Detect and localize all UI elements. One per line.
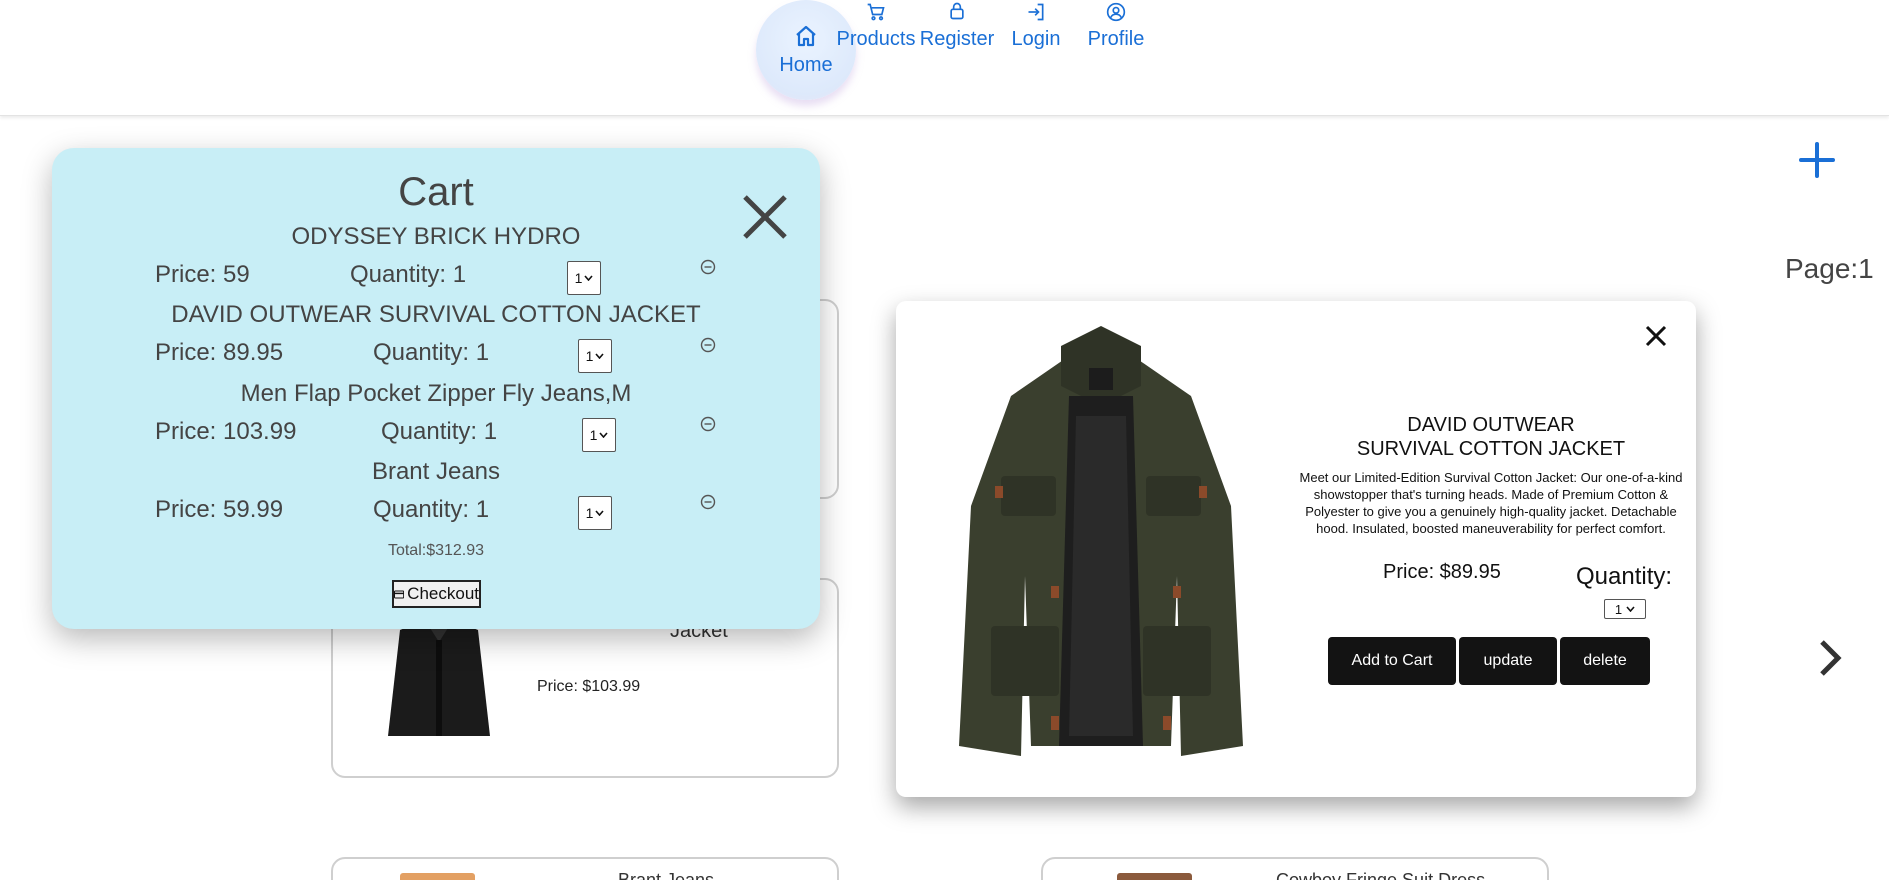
close-icon xyxy=(1645,325,1667,347)
nav-login-link[interactable]: Login xyxy=(1000,2,1072,51)
cart-item-quantity: Quantity: 1 xyxy=(373,339,490,366)
cart-icon xyxy=(867,3,885,21)
top-navbar: Home Products Register Login Profile xyxy=(0,0,1889,116)
product-price: Price: $103.99 xyxy=(537,678,641,695)
nav-profile-link[interactable]: Profile xyxy=(1080,2,1152,51)
cart-item-price: Price: 59.99 xyxy=(155,496,284,523)
product-title: DAVID OUTWEAR SURVIVAL COTTON JACKET xyxy=(1291,413,1691,461)
home-icon xyxy=(796,25,816,47)
user-circle-icon xyxy=(1106,2,1126,22)
quantity-label: Quantity: xyxy=(1576,563,1673,590)
remove-item-icon[interactable] xyxy=(700,416,716,432)
nav-login-label: Login xyxy=(1011,28,1061,50)
cart-item-price: Price: 103.99 xyxy=(155,418,297,445)
product-description: Meet our Limited-Edition Survival Cotton… xyxy=(1299,470,1683,536)
cart-item-name: Brant Jeans xyxy=(371,458,501,485)
product-image xyxy=(400,873,475,880)
cart-title: Cart xyxy=(398,170,474,214)
cart-item-quantity: Quantity: 1 xyxy=(373,496,490,523)
chevron-down-icon xyxy=(1626,606,1635,612)
chevron-down-icon xyxy=(599,432,608,438)
cart-quantity-select[interactable]: 1 xyxy=(567,261,601,295)
chevron-right-icon xyxy=(1820,640,1842,676)
cart-quantity-select[interactable]: 1 xyxy=(582,418,616,452)
chevron-down-icon xyxy=(595,510,604,516)
detail-close-button[interactable] xyxy=(1644,324,1668,348)
quantity-select[interactable]: 1 xyxy=(1604,599,1646,619)
cart-quantity-select[interactable]: 1 xyxy=(578,496,612,530)
nav-products-label: Products xyxy=(836,28,916,50)
cart-item-name: Men Flap Pocket Zipper Fly Jeans,M xyxy=(240,380,632,407)
product-price: Price: $89.95 xyxy=(1383,561,1501,583)
remove-item-icon[interactable] xyxy=(700,337,716,353)
add-to-cart-button[interactable]: Add to Cart xyxy=(1328,637,1456,685)
product-title-line1: DAVID OUTWEAR xyxy=(1407,414,1575,436)
chevron-down-icon xyxy=(584,275,593,281)
app-root: Home Products Register Login Profile Pag… xyxy=(0,0,1889,880)
select-value: 1 xyxy=(574,270,583,286)
select-value: 1 xyxy=(589,427,598,443)
product-title: Cowboy Fringe Suit Dress xyxy=(1276,870,1486,880)
update-button[interactable]: update xyxy=(1459,637,1557,685)
cart-item-quantity: Quantity: 1 xyxy=(350,261,467,288)
lock-icon xyxy=(950,2,964,20)
select-value: 1 xyxy=(585,505,594,521)
login-icon xyxy=(1028,3,1044,21)
cart-total: Total:$312.93 xyxy=(387,542,485,559)
select-value: 1 xyxy=(1614,601,1623,617)
product-title: Brant Jeans xyxy=(618,870,715,880)
plus-icon xyxy=(1799,142,1835,178)
cart-quantity-select[interactable]: 1 xyxy=(578,339,612,373)
cart-item-name: ODYSSEY BRICK HYDRO xyxy=(291,223,581,250)
cart-modal: Cart ODYSSEY BRICK HYDRO Price: 59 Quant… xyxy=(52,148,820,629)
product-image xyxy=(388,620,490,736)
add-product-button[interactable] xyxy=(1795,138,1839,182)
checkout-button[interactable]: Checkout xyxy=(392,580,481,608)
checkout-label: Checkout xyxy=(407,584,479,603)
nav-home-label: Home xyxy=(779,54,833,76)
product-detail-modal: DAVID OUTWEAR SURVIVAL COTTON JACKET Mee… xyxy=(896,301,1696,797)
cart-item-price: Price: 89.95 xyxy=(155,339,284,366)
cart-item-price: Price: 59 xyxy=(155,261,250,288)
select-value: 1 xyxy=(585,348,594,364)
cart-item-name: DAVID OUTWEAR SURVIVAL COTTON JACKET xyxy=(171,301,701,328)
remove-item-icon[interactable] xyxy=(700,259,716,275)
delete-button[interactable]: delete xyxy=(1560,637,1650,685)
nav-register-link[interactable]: Register xyxy=(917,0,997,51)
next-page-button[interactable] xyxy=(1812,636,1848,680)
remove-item-icon[interactable] xyxy=(700,494,716,510)
nav-profile-label: Profile xyxy=(1087,28,1145,50)
product-image xyxy=(959,326,1243,756)
chevron-down-icon xyxy=(595,353,604,359)
product-image xyxy=(1117,873,1192,880)
credit-card-icon xyxy=(394,590,405,598)
nav-register-label: Register xyxy=(919,28,995,50)
product-title-line2: SURVIVAL COTTON JACKET xyxy=(1356,438,1626,460)
nav-products-link[interactable]: Products xyxy=(836,2,916,51)
page-indicator: Page:1 xyxy=(1785,253,1874,284)
cart-item-quantity: Quantity: 1 xyxy=(381,418,498,445)
